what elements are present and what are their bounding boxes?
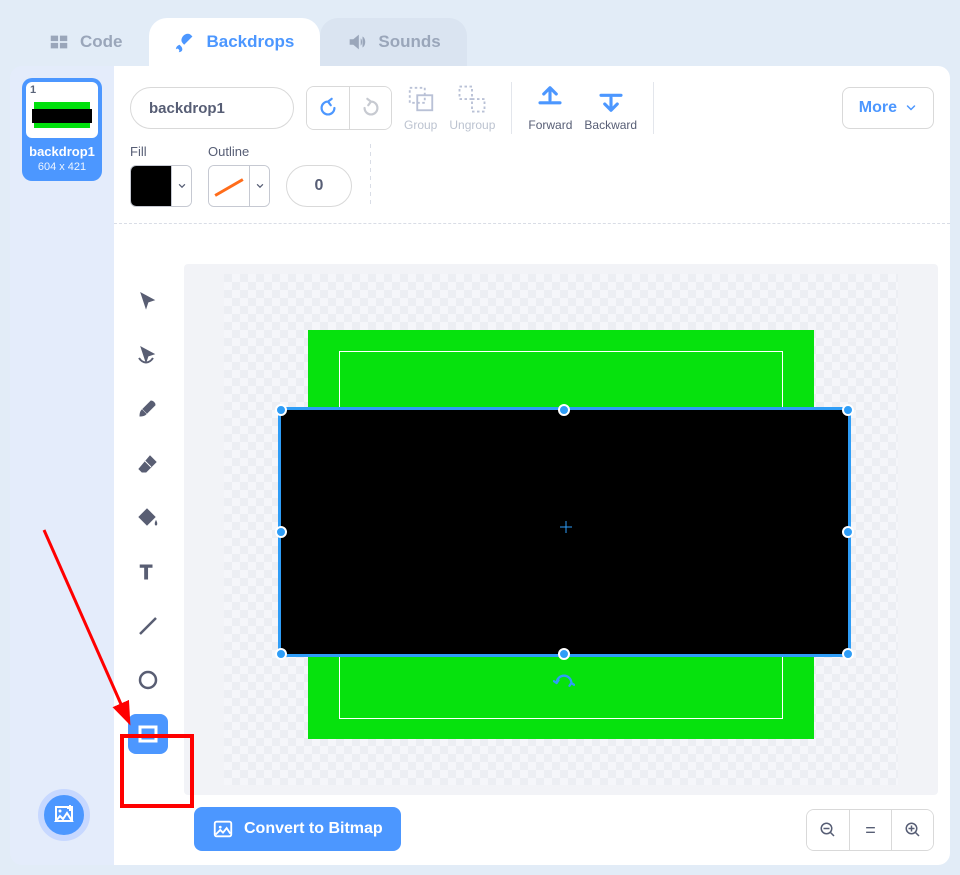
thumbnail-dimensions: 604 x 421 bbox=[26, 161, 98, 173]
tab-sounds[interactable]: Sounds bbox=[320, 18, 466, 66]
zoom-reset-button[interactable]: = bbox=[849, 810, 891, 850]
sounds-icon bbox=[346, 31, 368, 53]
backward-button[interactable]: Backward bbox=[584, 84, 637, 132]
tab-bar: Code Backdrops Sounds bbox=[0, 0, 960, 66]
outline-dropdown[interactable] bbox=[249, 166, 269, 206]
thumbnail-number: 1 bbox=[30, 84, 36, 96]
tab-backdrops[interactable]: Backdrops bbox=[149, 18, 321, 66]
thumbnail-name: backdrop1 bbox=[26, 144, 98, 159]
select-tool[interactable] bbox=[128, 282, 168, 322]
convert-label: Convert to Bitmap bbox=[244, 820, 383, 838]
group-icon bbox=[406, 84, 436, 114]
fill-picker[interactable] bbox=[130, 165, 192, 207]
ungroup-label: Ungroup bbox=[449, 118, 495, 132]
costume-sidebar: 1 backdrop1 604 x 421 bbox=[10, 66, 114, 865]
selection-handle-e[interactable] bbox=[842, 526, 854, 538]
eraser-tool[interactable] bbox=[128, 444, 168, 484]
image-plus-icon bbox=[52, 803, 76, 827]
more-label: More bbox=[859, 99, 897, 117]
paint-canvas-wrap bbox=[184, 264, 938, 795]
separator bbox=[370, 144, 371, 207]
fill-swatch bbox=[131, 166, 171, 206]
backward-icon bbox=[596, 84, 626, 114]
zoom-in-button[interactable] bbox=[891, 810, 933, 850]
outline-swatch bbox=[209, 166, 249, 206]
editor-toolbar-row1: Group Ungroup Forward Backward More bbox=[114, 66, 950, 134]
selection-handle-sw[interactable] bbox=[275, 648, 287, 660]
text-tool[interactable]: T bbox=[128, 552, 168, 592]
more-button[interactable]: More bbox=[842, 87, 934, 129]
editor-toolbar-row2: Fill Outline 0 bbox=[114, 134, 950, 224]
costume-thumbnail[interactable]: 1 backdrop1 604 x 421 bbox=[22, 78, 102, 181]
outline-picker[interactable] bbox=[208, 165, 270, 207]
separator bbox=[653, 82, 654, 134]
zoom-in-icon bbox=[904, 821, 922, 839]
chevron-down-icon bbox=[905, 102, 917, 114]
selection-handle-ne[interactable] bbox=[842, 404, 854, 416]
tab-code[interactable]: Code bbox=[22, 18, 149, 66]
selection-handle-nw[interactable] bbox=[275, 404, 287, 416]
separator bbox=[511, 82, 512, 134]
circle-tool[interactable] bbox=[128, 660, 168, 700]
outline-label: Outline bbox=[208, 144, 270, 159]
add-backdrop-button[interactable] bbox=[38, 789, 90, 841]
costume-name-input[interactable] bbox=[130, 87, 294, 129]
brush-tool[interactable] bbox=[128, 390, 168, 430]
reshape-tool[interactable] bbox=[128, 336, 168, 376]
brush-icon bbox=[175, 31, 197, 53]
thumbnail-preview bbox=[30, 96, 94, 134]
convert-to-bitmap-button[interactable]: Convert to Bitmap bbox=[194, 807, 401, 851]
group-label: Group bbox=[404, 118, 437, 132]
ungroup-button[interactable]: Ungroup bbox=[449, 84, 495, 132]
selection-handle-w[interactable] bbox=[275, 526, 287, 538]
chevron-down-icon bbox=[255, 181, 265, 191]
zoom-controls: = bbox=[806, 809, 934, 851]
tool-column: T bbox=[126, 282, 170, 754]
paint-canvas[interactable] bbox=[224, 274, 898, 785]
selection-handle-se[interactable] bbox=[842, 648, 854, 660]
tab-code-label: Code bbox=[80, 32, 123, 52]
forward-button[interactable]: Forward bbox=[528, 84, 572, 132]
center-crosshair-icon bbox=[558, 519, 574, 535]
undo-button[interactable] bbox=[307, 87, 349, 129]
selection-handle-n[interactable] bbox=[558, 404, 570, 416]
rectangle-tool[interactable] bbox=[128, 714, 168, 754]
svg-text:T: T bbox=[140, 562, 152, 584]
code-icon bbox=[48, 31, 70, 53]
zoom-out-button[interactable] bbox=[807, 810, 849, 850]
paint-editor: Group Ungroup Forward Backward More bbox=[114, 66, 950, 865]
rotation-handle[interactable] bbox=[553, 672, 575, 699]
group-button[interactable]: Group bbox=[404, 84, 437, 132]
fill-dropdown[interactable] bbox=[171, 166, 191, 206]
selection-handle-s[interactable] bbox=[558, 648, 570, 660]
fill-tool[interactable] bbox=[128, 498, 168, 538]
forward-label: Forward bbox=[528, 118, 572, 132]
image-icon bbox=[212, 818, 234, 840]
tab-backdrops-label: Backdrops bbox=[207, 32, 295, 52]
outline-width-input[interactable]: 0 bbox=[286, 165, 352, 207]
undo-redo-group bbox=[306, 86, 392, 130]
line-tool[interactable] bbox=[128, 606, 168, 646]
forward-icon bbox=[535, 84, 565, 114]
ungroup-icon bbox=[457, 84, 487, 114]
chevron-down-icon bbox=[177, 181, 187, 191]
fill-label: Fill bbox=[130, 144, 192, 159]
zoom-out-icon bbox=[819, 821, 837, 839]
redo-button[interactable] bbox=[349, 87, 391, 129]
backward-label: Backward bbox=[584, 118, 637, 132]
tab-sounds-label: Sounds bbox=[378, 32, 440, 52]
